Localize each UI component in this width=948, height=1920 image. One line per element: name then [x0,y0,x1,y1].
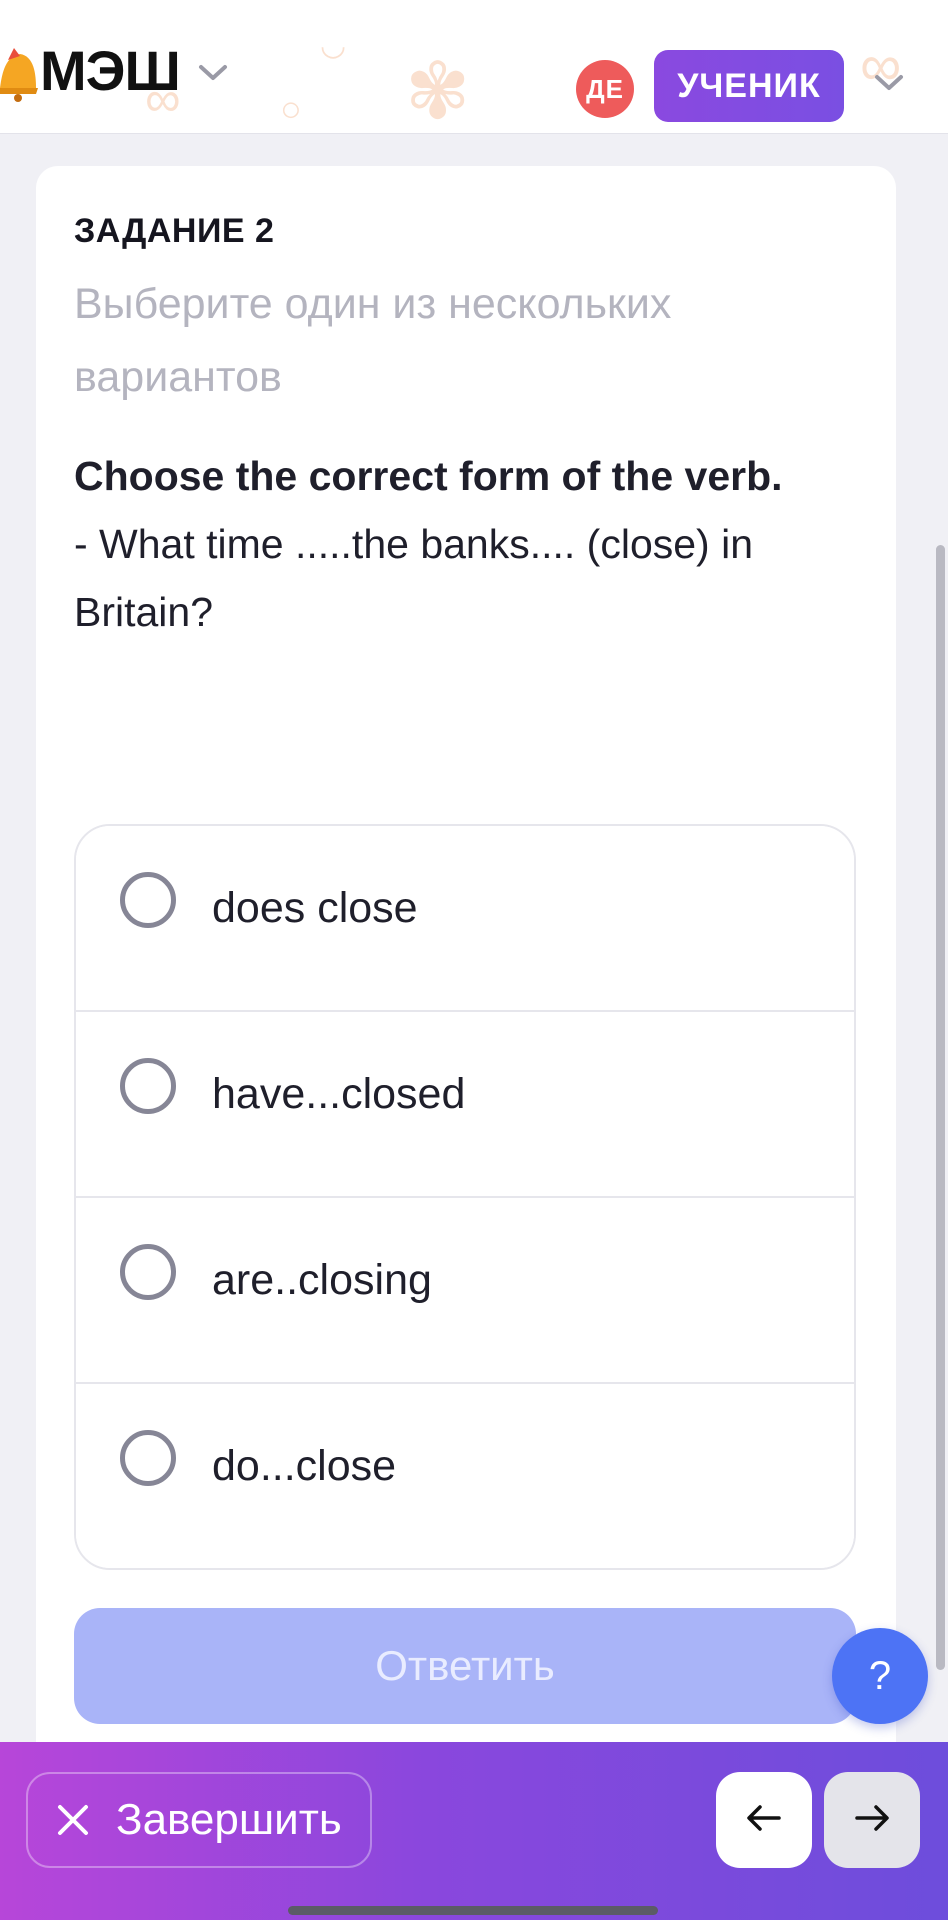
chevron-down-icon[interactable] [874,74,904,97]
option-label: do...close [212,1442,397,1490]
next-button[interactable] [824,1772,920,1868]
finish-label: Завершить [116,1795,342,1844]
avatar[interactable]: ДЕ [576,60,634,118]
arrow-left-icon [747,1804,781,1836]
circle-decoration-icon: ◡ [320,29,347,62]
option-label: does close [212,884,418,932]
question-body: - What time .....the banks.... (close) i… [74,521,754,635]
maple-leaf-decoration-icon: ✾ [405,47,471,135]
chevron-down-icon[interactable] [198,64,228,87]
task-instruction: Выберите один из нескольких вариантов [74,280,672,401]
top-header: ✾ ○ ∞ ∞ ◡ МЭШ ДЕ УЧЕНИК [0,0,948,135]
task-number: ЗАДАНИЕ 2 [74,212,275,250]
scrollbar[interactable] [936,545,945,1670]
option-label: have...closed [212,1070,466,1118]
radio-button[interactable] [120,1058,176,1114]
circle-decoration-icon: ○ [280,88,302,129]
arrow-right-icon [855,1804,889,1836]
option-item[interactable]: does close [76,826,854,1012]
answer-options: does close have...closed are..closing do… [74,824,856,1570]
radio-button[interactable] [120,1244,176,1300]
page: ✾ ○ ∞ ∞ ◡ МЭШ ДЕ УЧЕНИК ЗАДАНИЕ 2 Выбери… [0,0,948,1920]
app-logo[interactable]: МЭШ [0,39,228,102]
answer-button[interactable]: Ответить [74,1608,856,1724]
question-title: Choose the correct form of the verb. [74,453,783,499]
question-text: Choose the correct form of the verb. - W… [74,442,864,646]
logo-text: МЭШ [40,39,181,102]
help-button[interactable]: ? [832,1628,928,1724]
close-icon [56,1803,90,1837]
finish-button[interactable]: Завершить [26,1772,372,1868]
bottom-bar: Завершить [0,1742,948,1920]
bell-icon [0,42,40,102]
task-card: ЗАДАНИЕ 2 Выберите один из нескольких ва… [36,166,896,1766]
radio-button[interactable] [120,872,176,928]
option-label: are..closing [212,1256,432,1304]
option-item[interactable]: are..closing [76,1198,854,1384]
previous-button[interactable] [716,1772,812,1868]
option-item[interactable]: have...closed [76,1012,854,1198]
option-item[interactable]: do...close [76,1384,854,1568]
radio-button[interactable] [120,1430,176,1486]
role-button[interactable]: УЧЕНИК [654,50,844,122]
home-indicator [288,1906,658,1915]
